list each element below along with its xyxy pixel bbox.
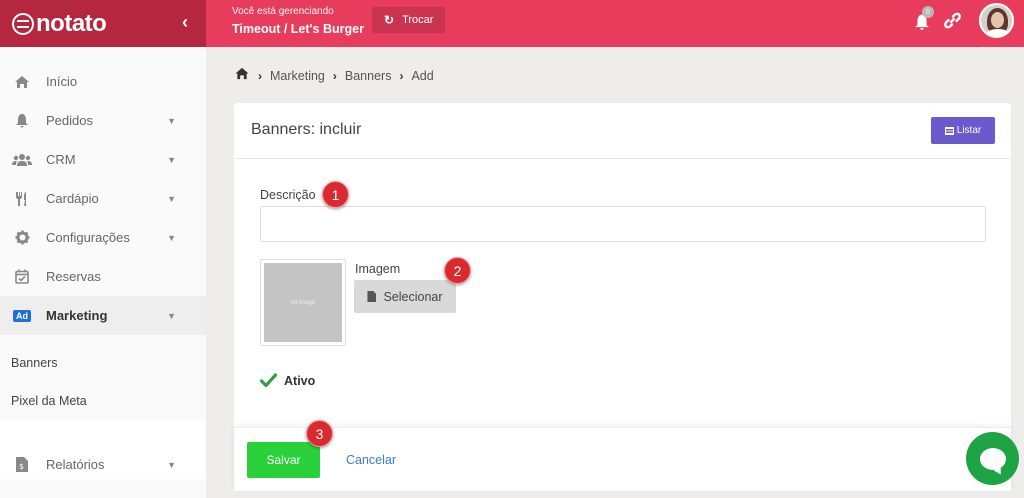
switch-label: Trocar <box>402 14 434 26</box>
user-avatar[interactable] <box>979 3 1014 38</box>
sidebar-item-reservas[interactable]: Reservas <box>0 257 206 296</box>
chat-widget-button[interactable] <box>966 432 1019 485</box>
sidebar-item-cardapio[interactable]: Cardápio ▼ <box>0 179 206 218</box>
list-button[interactable]: Listar <box>931 117 995 144</box>
card-footer: Salvar Cancelar <box>234 427 1011 491</box>
caret-down-icon: ▼ <box>167 115 176 126</box>
users-icon <box>11 153 33 166</box>
sync-icon: ↻ <box>384 13 395 27</box>
sidebar-item-inicio[interactable]: Início <box>0 62 206 101</box>
svg-text:$: $ <box>19 462 24 471</box>
breadcrumb-current: Add <box>411 68 434 83</box>
list-icon <box>944 126 954 135</box>
step-marker-1: 1 <box>322 181 349 208</box>
image-label: Imagem <box>355 262 401 276</box>
card-header: Banners: incluir Listar <box>234 103 1011 159</box>
context-caption: Você está gerenciando <box>232 6 334 17</box>
description-label: Descrição <box>260 188 316 202</box>
chat-bubble-icon <box>979 447 1006 470</box>
list-button-label: Listar <box>956 125 982 136</box>
active-label: Ativo <box>284 374 316 388</box>
chevron-right-icon: › <box>332 68 337 83</box>
select-image-button[interactable]: Selecionar <box>354 280 456 313</box>
breadcrumb-item[interactable]: Marketing <box>270 69 325 83</box>
ad-badge: Ad <box>13 309 31 322</box>
check-icon <box>259 373 278 388</box>
ad-icon: Ad <box>11 309 33 322</box>
sidebar-item-label: Cardápio <box>46 191 99 206</box>
sidebar-item-label: Início <box>46 74 78 89</box>
sidebar-item-label: Marketing <box>46 308 108 323</box>
sidebar-item-configuracoes[interactable]: Configurações ▼ <box>0 218 206 257</box>
link-icon[interactable] <box>944 12 961 34</box>
sidebar-subitem-label: Pixel da Meta <box>11 394 87 408</box>
sidebar-item-marketing[interactable]: Ad Marketing ▼ <box>0 296 206 335</box>
home-icon[interactable] <box>234 67 250 84</box>
sidebar: Início Pedidos ▼ CRM ▼ Cardápio ▼ Config… <box>0 47 206 498</box>
step-marker-2: 2 <box>444 257 471 284</box>
sidebar-collapse-icon[interactable]: ‹ <box>182 12 188 33</box>
chevron-right-icon: › <box>258 68 262 83</box>
switch-context-button[interactable]: ↻ Trocar <box>372 7 446 33</box>
logo-mark <box>12 12 34 35</box>
sidebar-item-label: Pedidos <box>46 113 93 128</box>
chevron-right-icon: › <box>399 68 404 83</box>
caret-down-icon: ▼ <box>167 232 176 243</box>
caret-down-icon: ▼ <box>167 193 176 204</box>
active-checkbox[interactable] <box>259 373 278 389</box>
breadcrumb-item[interactable]: Banners <box>345 69 392 83</box>
step-marker-3: 3 <box>306 420 333 447</box>
sidebar-subitem-banners[interactable]: Banners <box>0 344 206 382</box>
caret-down-icon: ▼ <box>167 154 176 165</box>
cancel-link[interactable]: Cancelar <box>346 453 396 467</box>
sidebar-item-relatorios[interactable]: $ Relatórios ▼ <box>0 445 206 484</box>
utensils-icon <box>11 191 33 206</box>
report-icon: $ <box>11 457 33 472</box>
sidebar-item-pedidos[interactable]: Pedidos ▼ <box>0 101 206 140</box>
file-upload-icon <box>367 291 377 302</box>
sidebar-subitem-label: Banners <box>11 356 58 370</box>
description-field[interactable] <box>260 206 986 242</box>
brand-name: notato <box>36 9 107 37</box>
sidebar-item-label: Relatórios <box>46 457 105 472</box>
image-placeholder: no image <box>264 263 342 342</box>
sidebar-subitem-pixel-meta[interactable]: Pixel da Meta <box>0 382 206 420</box>
image-preview[interactable]: no image <box>260 259 346 346</box>
caret-down-icon: ▼ <box>167 310 176 321</box>
sidebar-item-label: Reservas <box>46 269 101 284</box>
sidebar-item-label: Configurações <box>46 230 130 245</box>
sidebar-item-label: CRM <box>46 152 76 167</box>
gear-icon <box>11 230 33 245</box>
brand-header: notato ‹ <box>0 0 206 47</box>
bell-icon <box>11 113 33 128</box>
calendar-check-icon <box>11 269 33 284</box>
sidebar-item-crm[interactable]: CRM ▼ <box>0 140 206 179</box>
home-icon <box>11 75 33 89</box>
app-logo[interactable]: notato <box>12 9 107 38</box>
caret-down-icon: ▼ <box>167 459 176 470</box>
notification-count-badge: 0 <box>922 6 934 18</box>
topbar: Você está gerenciando Timeout / Let's Bu… <box>206 0 1024 47</box>
notifications-button[interactable]: 0 <box>914 6 934 33</box>
save-button[interactable]: Salvar <box>247 442 320 478</box>
select-image-label: Selecionar <box>383 289 443 304</box>
page-title: Banners: incluir <box>251 121 362 138</box>
breadcrumb: › Marketing › Banners › Add <box>234 67 434 84</box>
banner-form-card: Banners: incluir Listar Descrição no ima… <box>234 103 1011 491</box>
context-name: Timeout / Let's Burger <box>232 22 364 36</box>
